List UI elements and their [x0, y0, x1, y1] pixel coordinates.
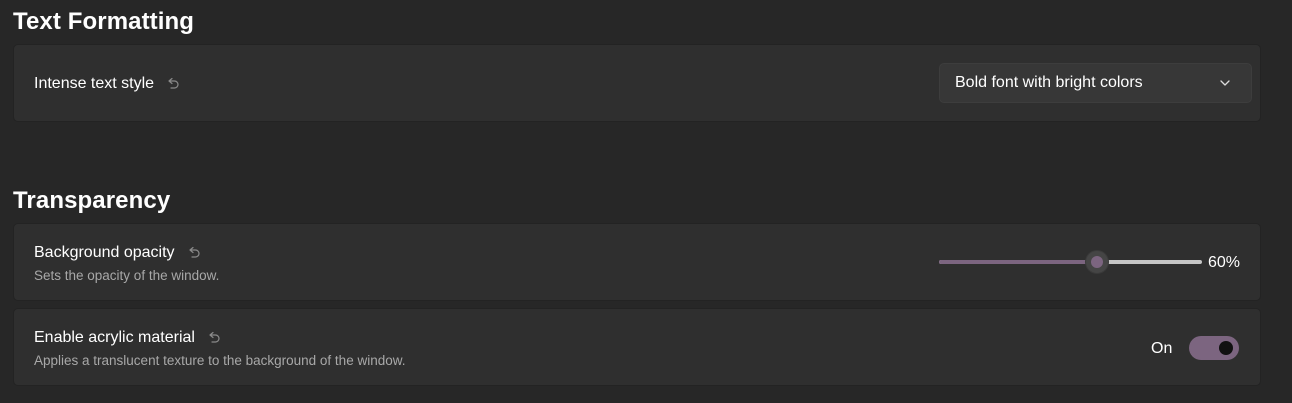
slider-thumb-center [1090, 256, 1103, 268]
reset-icon[interactable] [207, 331, 221, 345]
background-opacity-slider[interactable] [939, 250, 1202, 274]
intense-text-style-card: Intense text style Bold font with bright… [13, 44, 1261, 122]
section-title-text-formatting: Text Formatting [13, 8, 195, 35]
acrylic-material-card: Enable acrylic material Applies a transl… [13, 308, 1261, 386]
chevron-down-icon [1219, 77, 1231, 89]
reset-icon[interactable] [187, 246, 201, 260]
background-opacity-label: Background opacity [34, 244, 175, 261]
toggle-knob [1219, 341, 1233, 355]
acrylic-material-description: Applies a translucent texture to the bac… [34, 353, 406, 368]
background-opacity-description: Sets the opacity of the window. [34, 268, 220, 283]
acrylic-material-toggle[interactable] [1189, 336, 1239, 360]
intense-text-style-label-group: Intense text style [34, 75, 180, 93]
acrylic-material-label-group: Enable acrylic material [34, 329, 221, 347]
slider-fill [939, 260, 1097, 264]
background-opacity-value: 60% [1208, 254, 1241, 271]
slider-thumb[interactable] [1084, 250, 1109, 274]
reset-icon[interactable] [166, 77, 180, 91]
settings-page: Text Formatting Intense text style Bold … [0, 0, 1292, 403]
intense-text-style-label: Intense text style [34, 75, 155, 92]
section-title-transparency: Transparency [13, 187, 171, 214]
background-opacity-label-group: Background opacity [34, 244, 201, 262]
intense-text-style-selected-value: Bold font with bright colors [955, 74, 1143, 91]
acrylic-toggle-state-label: On [1151, 340, 1173, 357]
acrylic-material-label: Enable acrylic material [34, 329, 195, 346]
background-opacity-card: Background opacity Sets the opacity of t… [13, 223, 1261, 301]
intense-text-style-dropdown[interactable]: Bold font with bright colors [939, 63, 1252, 103]
